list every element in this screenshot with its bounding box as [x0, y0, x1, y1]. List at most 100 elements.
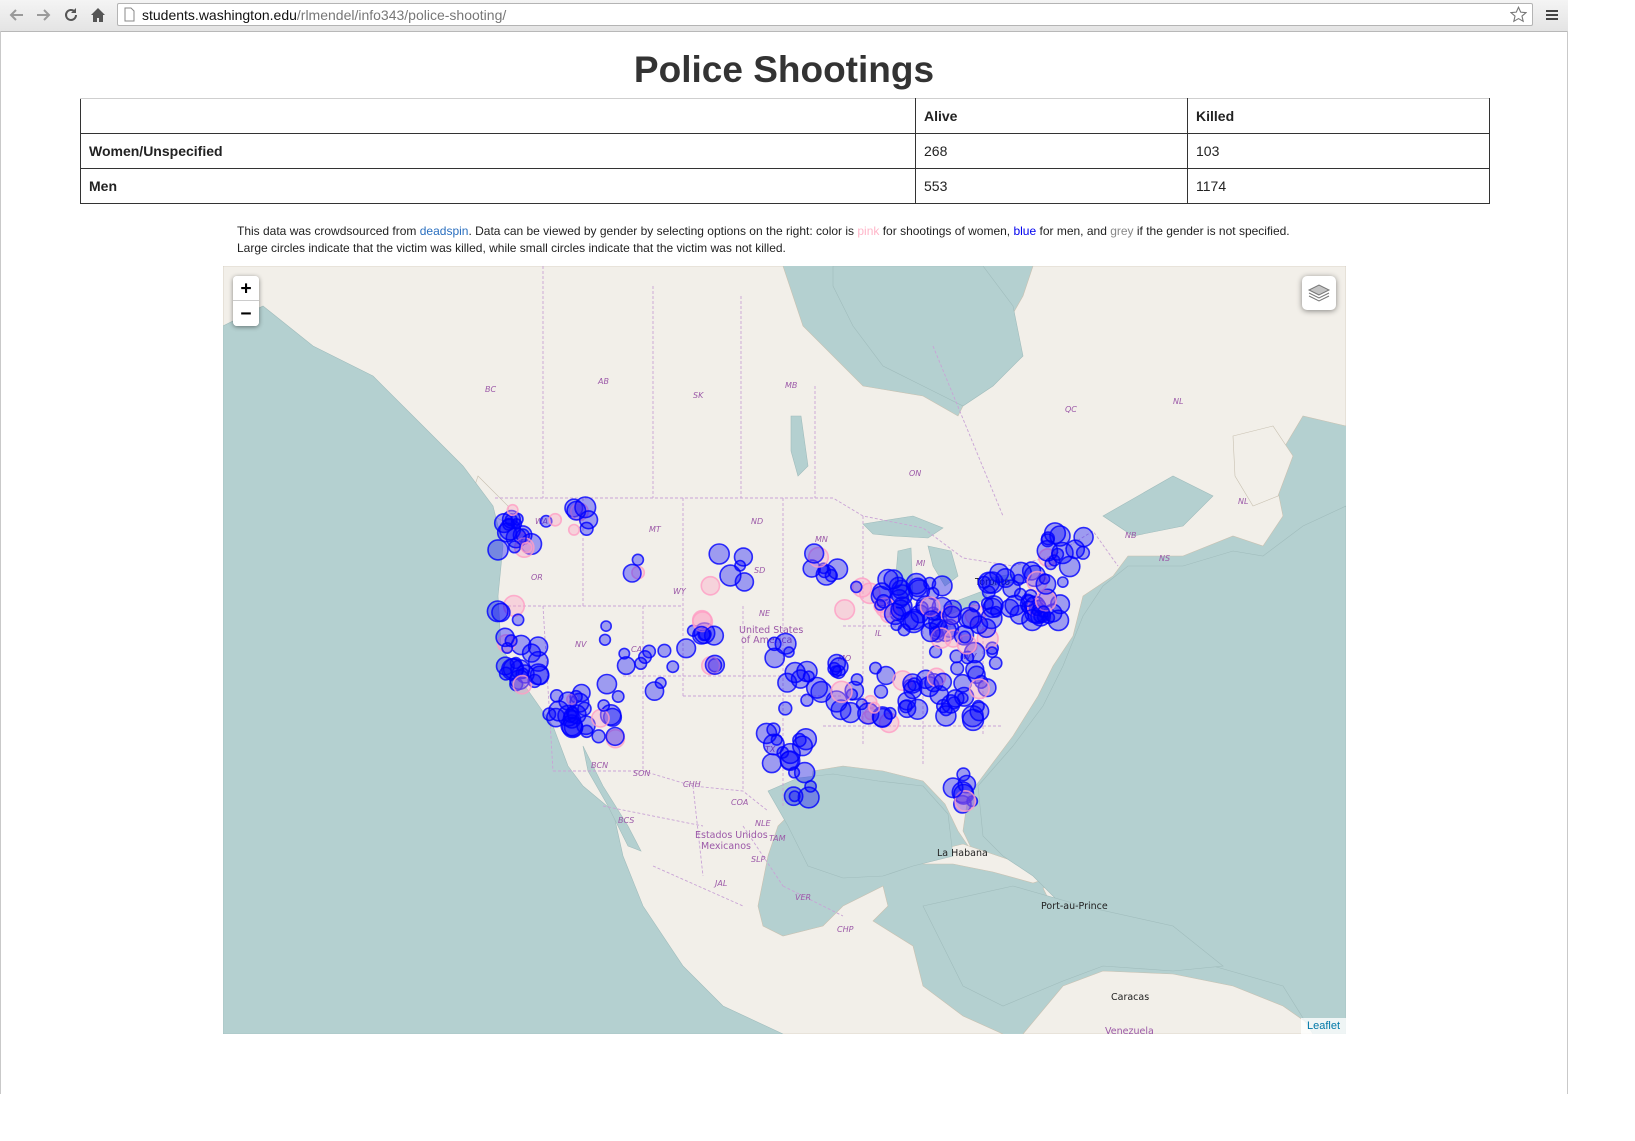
- shooting-marker[interactable]: [787, 766, 801, 779]
- shooting-marker[interactable]: [557, 704, 580, 727]
- shooting-marker[interactable]: [906, 698, 929, 720]
- shooting-marker[interactable]: [622, 563, 642, 583]
- shooting-marker[interactable]: [616, 656, 636, 676]
- back-button[interactable]: [6, 4, 28, 26]
- address-bar[interactable]: students.washington.edu/rlmendel/info343…: [117, 3, 1533, 26]
- shooting-marker[interactable]: [1049, 525, 1071, 547]
- shooting-marker[interactable]: [890, 619, 903, 632]
- shooting-marker[interactable]: [631, 553, 645, 567]
- shooting-marker[interactable]: [644, 681, 665, 702]
- shooting-marker[interactable]: [1035, 573, 1057, 595]
- shooting-marker[interactable]: [548, 512, 563, 527]
- shooting-marker[interactable]: [511, 613, 525, 627]
- map-label: BC: [485, 385, 496, 394]
- shooting-marker[interactable]: [605, 726, 625, 747]
- shooting-marker[interactable]: [942, 777, 964, 799]
- shooting-marker[interactable]: [767, 636, 782, 652]
- shooting-marker[interactable]: [892, 596, 913, 617]
- shooting-marker[interactable]: [921, 610, 942, 630]
- shooting-marker[interactable]: [834, 599, 856, 621]
- shooting-marker[interactable]: [902, 673, 923, 694]
- shooting-marker[interactable]: [487, 539, 509, 561]
- shooting-marker[interactable]: [1058, 555, 1081, 578]
- shooting-marker[interactable]: [829, 665, 843, 678]
- shooting-marker[interactable]: [803, 543, 825, 564]
- shooting-marker[interactable]: [933, 672, 953, 692]
- shooting-marker[interactable]: [611, 689, 625, 703]
- map-label: SK: [693, 391, 704, 400]
- shooting-marker[interactable]: [618, 647, 631, 660]
- shooting-marker[interactable]: [797, 786, 820, 809]
- shooting-marker[interactable]: [600, 620, 612, 632]
- shooting-marker[interactable]: [597, 699, 611, 712]
- shooting-marker[interactable]: [776, 745, 790, 759]
- map-label: SON: [633, 769, 650, 778]
- map-canvas[interactable]: BCABSKMBQCNLONNLNBNSMTNDMNSDWYNENVCAILMO…: [223, 266, 1346, 1034]
- shooting-marker[interactable]: [766, 722, 781, 737]
- shooting-marker[interactable]: [986, 646, 999, 659]
- map-label: La Habana: [937, 848, 988, 859]
- shooting-marker[interactable]: [943, 599, 963, 619]
- map-label: Estados Unidos: [695, 830, 768, 841]
- shooting-marker[interactable]: [591, 729, 606, 744]
- shooting-marker[interactable]: [676, 638, 697, 659]
- shooting-marker[interactable]: [700, 575, 721, 596]
- layers-control-button[interactable]: [1302, 276, 1336, 310]
- shooting-marker[interactable]: [708, 543, 731, 565]
- shooting-marker[interactable]: [777, 672, 798, 693]
- deadspin-link[interactable]: deadspin: [420, 224, 469, 238]
- shooting-marker[interactable]: [855, 698, 868, 711]
- shooting-marker[interactable]: [826, 558, 849, 580]
- reload-button[interactable]: [60, 4, 82, 26]
- shooting-marker[interactable]: [873, 684, 889, 699]
- shooting-marker[interactable]: [796, 660, 818, 683]
- menu-button[interactable]: [1541, 4, 1563, 26]
- shooting-marker[interactable]: [578, 510, 599, 530]
- shooting-marker[interactable]: [1056, 576, 1069, 588]
- shooting-marker[interactable]: [666, 660, 680, 674]
- shooting-marker[interactable]: [988, 656, 1003, 670]
- shooting-marker[interactable]: [868, 701, 881, 714]
- shooting-marker[interactable]: [883, 706, 897, 720]
- shooting-marker[interactable]: [1020, 593, 1035, 608]
- shooting-marker[interactable]: [1044, 557, 1058, 571]
- shooting-marker[interactable]: [496, 522, 518, 543]
- shooting-marker[interactable]: [874, 598, 887, 611]
- leaflet-link[interactable]: Leaflet: [1307, 1020, 1340, 1032]
- zoom-in-button[interactable]: +: [233, 276, 259, 301]
- shooting-marker[interactable]: [969, 701, 990, 722]
- killed-count: 1174: [1187, 168, 1490, 204]
- shooting-marker[interactable]: [989, 563, 1010, 584]
- shooting-marker[interactable]: [495, 627, 515, 648]
- shooting-marker[interactable]: [734, 572, 755, 592]
- shooting-marker[interactable]: [598, 633, 612, 646]
- shooting-marker[interactable]: [1036, 611, 1049, 624]
- shooting-marker[interactable]: [596, 673, 618, 695]
- shootings-map[interactable]: BC AB SK MB QC NL ON NL NB NS MT ND MN SD WY NE NV CA IL MO…: [223, 266, 1346, 1034]
- shooting-marker[interactable]: [950, 661, 965, 676]
- shooting-marker[interactable]: [691, 625, 711, 645]
- shooting-marker[interactable]: [956, 767, 971, 782]
- zoom-out-button[interactable]: −: [233, 301, 259, 326]
- shooting-marker[interactable]: [506, 503, 519, 517]
- home-button[interactable]: [87, 4, 109, 26]
- shooting-marker[interactable]: [968, 678, 991, 700]
- shooting-marker[interactable]: [800, 693, 814, 707]
- forward-button[interactable]: [32, 4, 54, 26]
- shooting-marker[interactable]: [529, 665, 550, 686]
- shooting-marker[interactable]: [891, 579, 912, 600]
- map-label: Mexicanos: [701, 841, 751, 852]
- shooting-marker[interactable]: [491, 602, 511, 623]
- shooting-marker[interactable]: [520, 541, 533, 554]
- shooting-marker[interactable]: [590, 708, 610, 728]
- shooting-marker[interactable]: [982, 597, 1003, 619]
- shooting-marker[interactable]: [830, 680, 853, 704]
- shooting-marker[interactable]: [704, 654, 726, 675]
- star-icon[interactable]: [1510, 6, 1527, 23]
- shooting-marker[interactable]: [567, 523, 581, 536]
- shooting-marker[interactable]: [657, 643, 672, 658]
- shooting-marker[interactable]: [849, 580, 863, 594]
- shooting-marker[interactable]: [778, 701, 793, 716]
- shooting-marker[interactable]: [642, 644, 657, 659]
- shooting-marker[interactable]: [958, 630, 972, 644]
